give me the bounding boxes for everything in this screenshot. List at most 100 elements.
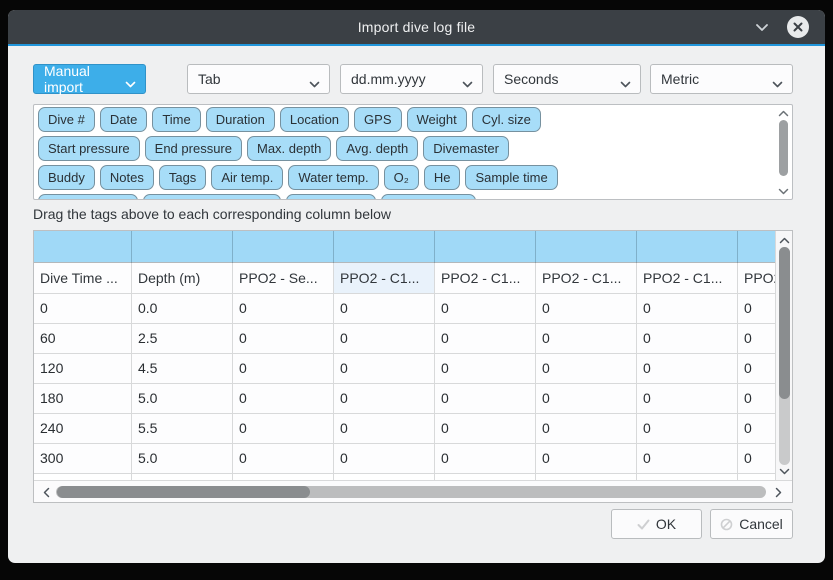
table-cell: 0 — [334, 414, 435, 443]
column-header[interactable]: PPO2 - C1... — [536, 263, 637, 293]
column-header[interactable]: PPO2 - C1... — [334, 263, 435, 293]
chevron-down-icon — [620, 76, 631, 92]
field-tag[interactable]: Weight — [407, 107, 467, 132]
chevron-down-icon[interactable] — [753, 19, 771, 35]
field-tag[interactable]: Dive # — [38, 107, 95, 132]
close-icon[interactable] — [787, 16, 809, 38]
field-tag[interactable]: Divemaster — [423, 136, 509, 161]
table-header-row: Dive Time ...Depth (m)PPO2 - Se...PPO2 -… — [34, 263, 776, 294]
scroll-right-icon[interactable] — [772, 486, 784, 498]
field-tag[interactable]: Location — [280, 107, 349, 132]
field-tag[interactable]: Notes — [100, 165, 154, 190]
drop-cell[interactable] — [637, 231, 738, 263]
table-cell: 240 — [34, 414, 132, 443]
scroll-down-icon[interactable] — [777, 186, 789, 196]
table-cell: 0 — [637, 294, 738, 323]
screen: Import dive log file Manual import Tab — [0, 0, 833, 580]
table-cell: 0 — [435, 414, 536, 443]
duration-format-select[interactable]: Seconds — [493, 64, 641, 94]
field-tag[interactable]: Buddy — [38, 165, 95, 190]
column-header[interactable]: PPO2 - C1... — [637, 263, 738, 293]
field-tag[interactable]: Sample time — [465, 165, 557, 190]
field-tag[interactable]: Sample temperature — [143, 194, 281, 200]
field-tag[interactable]: Sample depth — [38, 194, 138, 200]
field-tag[interactable]: O₂ — [384, 165, 419, 190]
scroll-up-icon[interactable] — [778, 235, 790, 245]
table-cell: 0 — [233, 384, 334, 413]
table-row: 3005.0000000 — [34, 444, 776, 474]
field-tag[interactable]: Tags — [159, 165, 206, 190]
field-tag[interactable]: Start pressure — [38, 136, 140, 161]
field-tag[interactable]: Cyl. size — [472, 107, 541, 132]
units-select[interactable]: Metric — [650, 64, 793, 94]
scroll-up-icon[interactable] — [777, 108, 789, 118]
field-tag[interactable]: Max. depth — [247, 136, 331, 161]
scrollbar-thumb[interactable] — [779, 247, 790, 399]
drop-cell[interactable] — [34, 231, 132, 263]
field-tag[interactable]: Water temp. — [288, 165, 378, 190]
scroll-left-icon[interactable] — [40, 486, 52, 498]
drop-cell[interactable] — [233, 231, 334, 263]
table-cell: 4.5 — [132, 354, 233, 383]
table-cell: 0 — [34, 294, 132, 323]
ok-button-label: OK — [656, 516, 676, 532]
field-tag[interactable]: Date — [100, 107, 147, 132]
drop-cell[interactable] — [536, 231, 637, 263]
cancel-button-label: Cancel — [739, 516, 783, 532]
drop-cell[interactable] — [334, 231, 435, 263]
titlebar-accent-line — [8, 44, 825, 46]
table-cell: 0 — [738, 444, 776, 473]
drop-cell[interactable] — [132, 231, 233, 263]
scrollbar-thumb[interactable] — [57, 486, 310, 498]
table-vertical-scrollbar[interactable] — [775, 231, 792, 480]
table-cell: 0 — [738, 324, 776, 353]
table-row: 1204.5000000 — [34, 354, 776, 384]
field-separator-select[interactable]: Tab — [187, 64, 330, 94]
table-cell: 0 — [536, 414, 637, 443]
table-cell: 0 — [637, 384, 738, 413]
column-header[interactable]: PPO2 - C1... — [435, 263, 536, 293]
table-cell: 0 — [233, 294, 334, 323]
field-tag[interactable]: GPS — [354, 107, 401, 132]
field-tag[interactable]: Time — [152, 107, 200, 132]
table-cell: 0 — [233, 354, 334, 383]
table-cell: 0 — [334, 324, 435, 353]
table-grid: Dive Time ...Depth (m)PPO2 - Se...PPO2 -… — [34, 231, 776, 480]
cancel-button[interactable]: Cancel — [710, 509, 793, 539]
field-tag[interactable]: Sample CNS — [381, 194, 476, 200]
table-cell: 0 — [334, 294, 435, 323]
field-tag[interactable]: He — [424, 165, 461, 190]
dialog-cancel-icon — [720, 518, 733, 531]
titlebar[interactable]: Import dive log file — [8, 10, 825, 44]
table-cell: 0 — [738, 354, 776, 383]
column-drop-row[interactable] — [34, 231, 776, 263]
tag-row: Dive #DateTimeDurationLocationGPSWeightC… — [38, 107, 774, 132]
column-header[interactable]: Depth (m) — [132, 263, 233, 293]
tags-vertical-scrollbar[interactable] — [775, 106, 791, 198]
drop-cell[interactable] — [435, 231, 536, 263]
table-cell: 5.5 — [132, 414, 233, 443]
column-header[interactable]: PPO2 - Se... — [233, 263, 334, 293]
table-cell: 0 — [637, 444, 738, 473]
table-cell: 0 — [536, 444, 637, 473]
field-tag[interactable]: Sample pO₂ — [286, 194, 376, 200]
drop-cell[interactable] — [738, 231, 776, 263]
column-header[interactable]: PPO2 - C1... — [738, 263, 776, 293]
field-tags: Dive #DateTimeDurationLocationGPSWeightC… — [38, 107, 774, 200]
date-format-select[interactable]: dd.mm.yyyy — [340, 64, 483, 94]
table-cell: 0 — [536, 354, 637, 383]
field-separator-value: Tab — [198, 71, 221, 87]
window-title: Import dive log file — [358, 19, 476, 35]
field-tag[interactable]: End pressure — [145, 136, 242, 161]
field-tag[interactable]: Avg. depth — [336, 136, 418, 161]
scrollbar-thumb[interactable] — [779, 120, 788, 176]
ok-button[interactable]: OK — [611, 509, 702, 539]
table-horizontal-scrollbar[interactable] — [34, 480, 792, 502]
scroll-down-icon[interactable] — [778, 466, 790, 476]
table-cell: 0 — [233, 444, 334, 473]
column-header[interactable]: Dive Time ... — [34, 263, 132, 293]
field-tag[interactable]: Duration — [206, 107, 275, 132]
import-source-select[interactable]: Manual import — [33, 64, 146, 94]
field-tag[interactable]: Air temp. — [211, 165, 283, 190]
chevron-down-icon — [462, 76, 473, 92]
